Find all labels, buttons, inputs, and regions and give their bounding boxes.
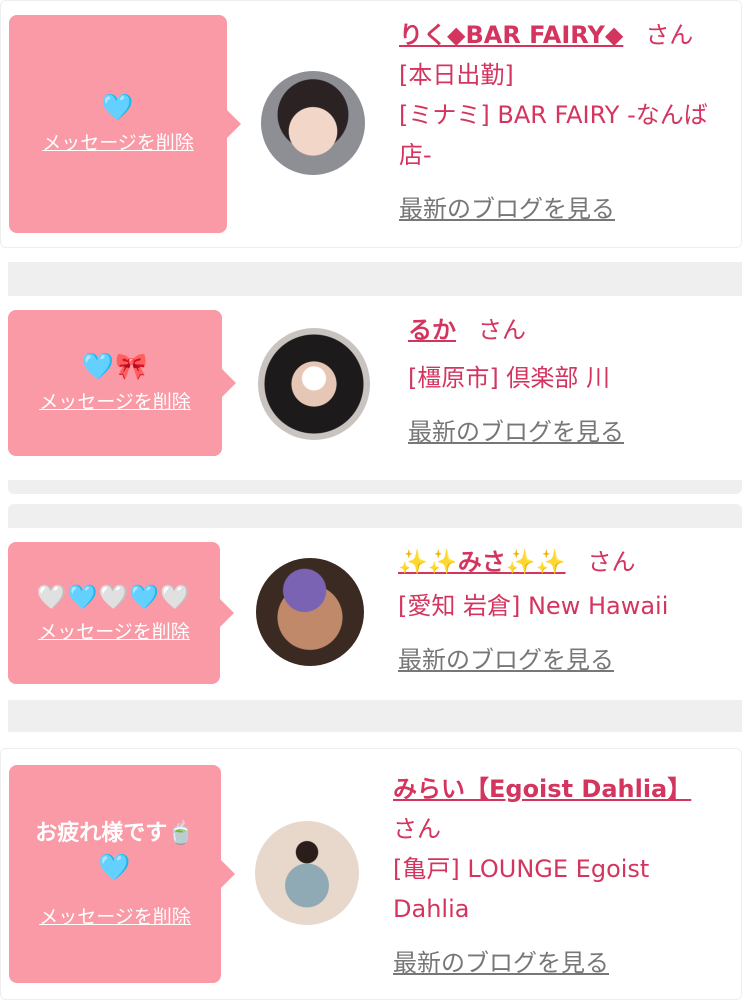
name-link[interactable]: ✨✨みさ✨✨ — [398, 548, 566, 576]
profile-info: りく◆BAR FAIRY◆ さん [本日出勤] [ミナミ] BAR FAIRY -… — [399, 15, 719, 229]
honorific: さん — [393, 815, 441, 843]
message-bubble: 🩵 メッセージを削除 — [9, 15, 227, 233]
name-link[interactable]: みらい【Egoist Dahlia】 — [393, 775, 691, 803]
profile-info: みらい【Egoist Dahlia】 さん [亀戸] LOUNGE Egoist… — [393, 769, 723, 983]
separator — [8, 262, 742, 296]
avatar[interactable] — [256, 558, 364, 666]
message-bubble: 🩵🎀 メッセージを削除 — [8, 310, 222, 456]
honorific: さん — [645, 21, 694, 49]
shop-text: [橿原市] 倶楽部 川 — [408, 364, 610, 392]
honorific: さん — [478, 316, 526, 344]
shop-text: [ミナミ] BAR FAIRY -なんば店- — [399, 101, 708, 169]
message-text: お疲れ様です🍵 — [35, 821, 195, 846]
name-row: みらい【Egoist Dahlia】 — [393, 769, 723, 809]
separator — [8, 700, 742, 732]
name-link[interactable]: りく◆BAR FAIRY◆ — [399, 21, 623, 49]
name-row: ✨✨みさ✨✨ さん — [398, 542, 728, 582]
shop-text: [亀戸] LOUNGE Egoist Dahlia — [393, 855, 650, 923]
avatar[interactable] — [261, 71, 365, 175]
delete-message-link[interactable]: メッセージを削除 — [38, 618, 190, 646]
message-emoji: 🩵 — [98, 853, 132, 883]
avatar[interactable] — [258, 328, 370, 440]
name-row: りく◆BAR FAIRY◆ さん — [399, 15, 719, 55]
name-link[interactable]: るか — [408, 316, 456, 344]
status-text: [本日出勤] — [399, 61, 514, 89]
profile-info: ✨✨みさ✨✨ さん [愛知 岩倉] New Hawaii 最新のブログを見る — [398, 542, 728, 680]
shop-text: [愛知 岩倉] New Hawaii — [398, 592, 669, 620]
latest-blog-link[interactable]: 最新のブログを見る — [398, 640, 614, 680]
message-emoji: 🤍🩵🤍🩵🤍 — [36, 583, 192, 611]
delete-message-link[interactable]: メッセージを削除 — [39, 903, 191, 931]
message-card: 🤍🩵🤍🩵🤍 メッセージを削除 ✨✨みさ✨✨ さん [愛知 岩倉] New Hawa… — [0, 528, 742, 698]
delete-message-link[interactable]: メッセージを削除 — [39, 388, 191, 416]
latest-blog-link[interactable]: 最新のブログを見る — [399, 189, 615, 229]
message-emoji: 🩵 — [101, 93, 135, 123]
message-bubble: 🤍🩵🤍🩵🤍 メッセージを削除 — [8, 542, 220, 684]
honorific: さん — [587, 548, 636, 576]
message-card: お疲れ様です🍵 🩵 メッセージを削除 みらい【Egoist Dahlia】 さん… — [0, 748, 742, 1000]
avatar[interactable] — [255, 821, 359, 925]
message-emoji: 🩵🎀 — [81, 352, 149, 382]
latest-blog-link[interactable]: 最新のブログを見る — [408, 412, 624, 452]
name-row: るか さん — [408, 310, 728, 350]
message-card: 🩵🎀 メッセージを削除 るか さん [橿原市] 倶楽部 川 最新のブログを見る — [0, 298, 742, 494]
profile-info: るか さん [橿原市] 倶楽部 川 最新のブログを見る — [408, 310, 728, 452]
delete-message-link[interactable]: メッセージを削除 — [42, 129, 194, 157]
separator — [8, 480, 742, 494]
separator — [8, 504, 742, 528]
message-card: 🩵 メッセージを削除 りく◆BAR FAIRY◆ さん [本日出勤] [ミナミ] … — [0, 0, 742, 248]
latest-blog-link[interactable]: 最新のブログを見る — [393, 943, 609, 983]
message-bubble: お疲れ様です🍵 🩵 メッセージを削除 — [9, 765, 221, 983]
